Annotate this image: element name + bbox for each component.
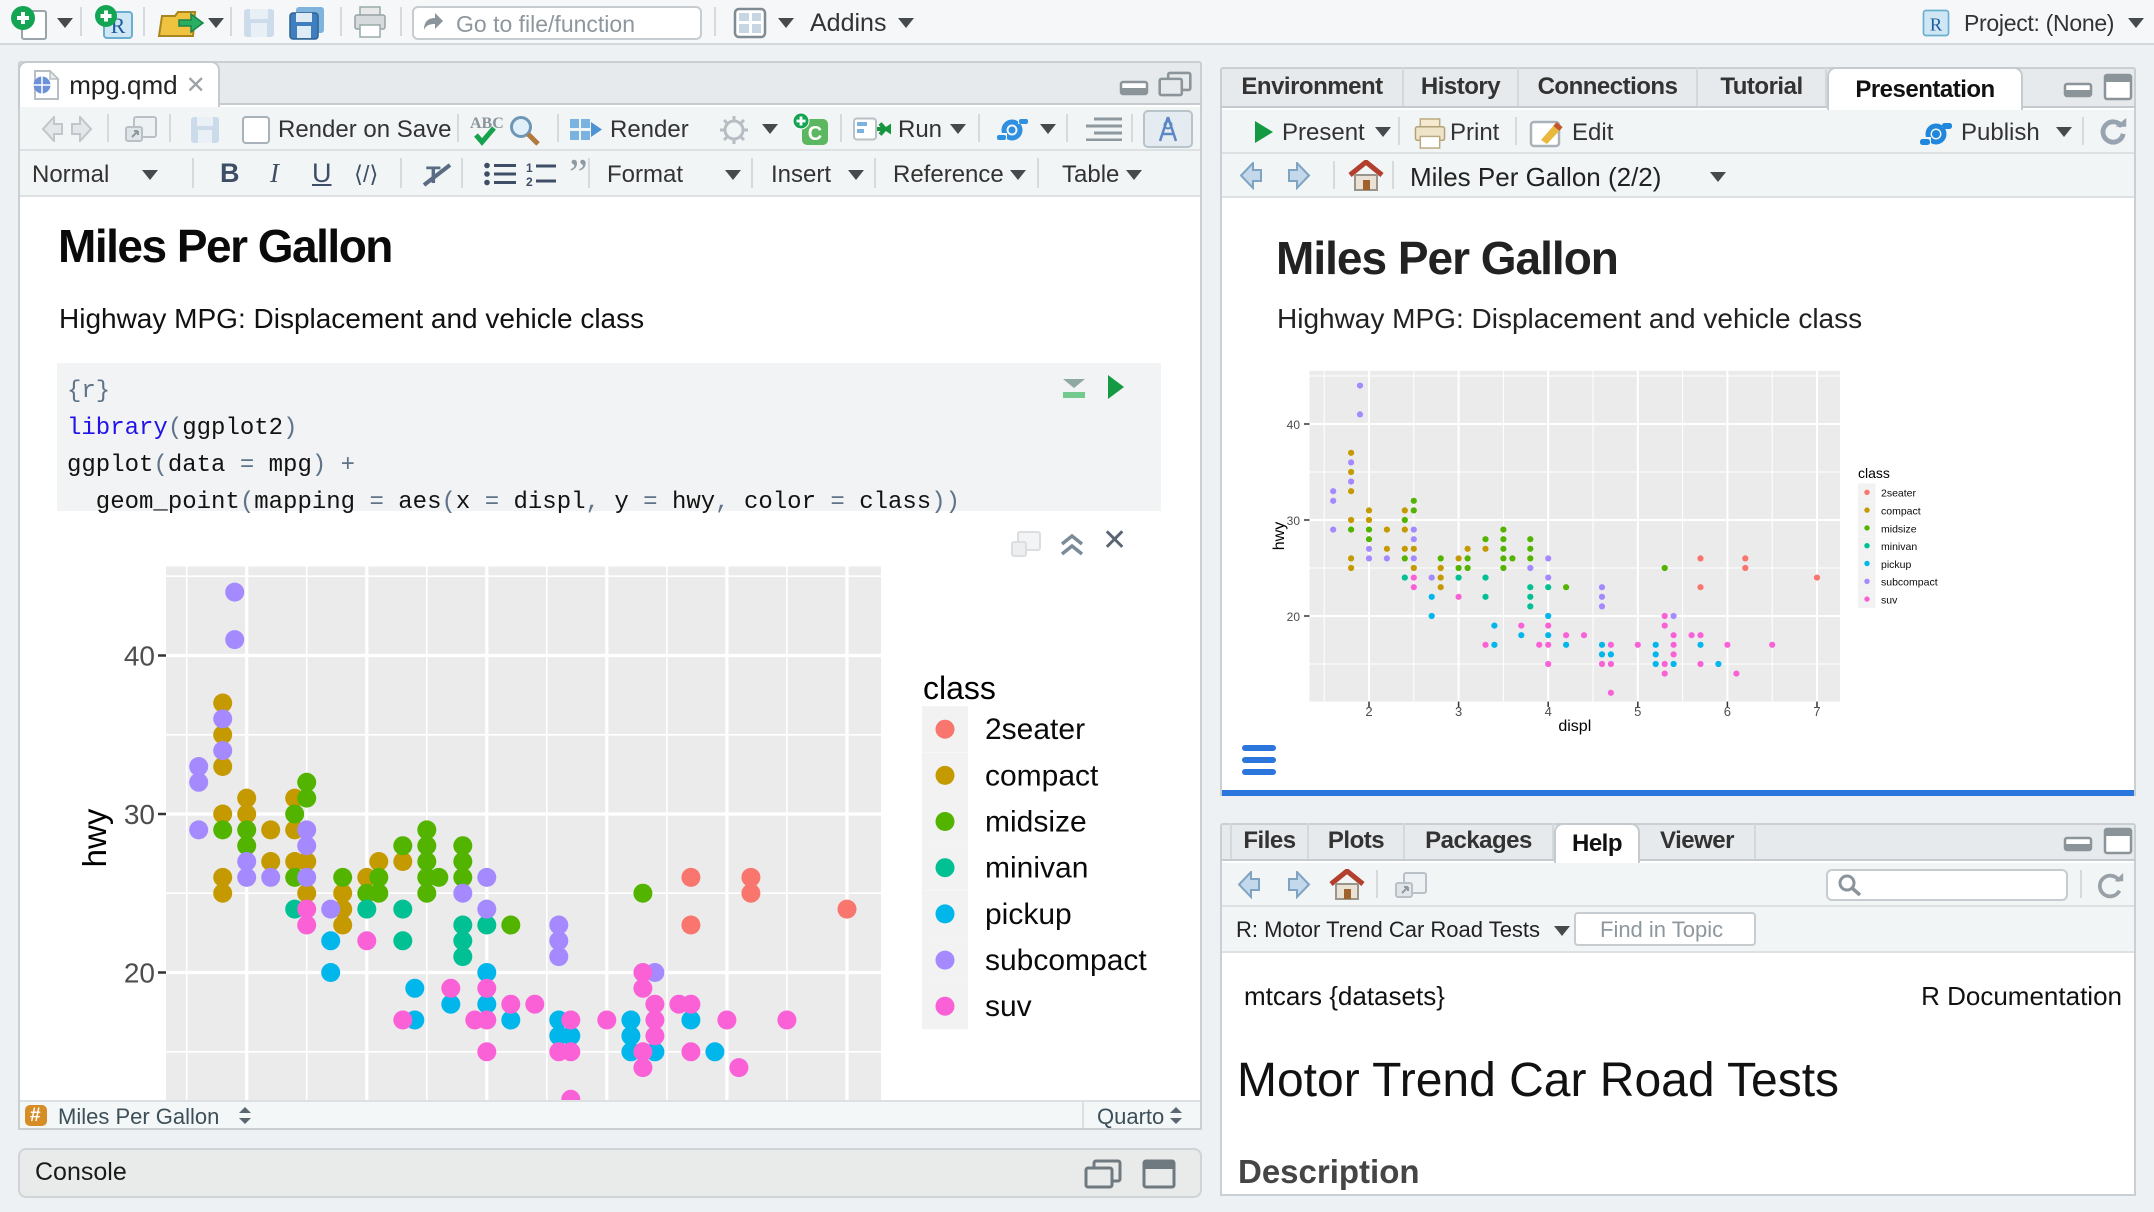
svg-text:2: 2 (526, 175, 533, 186)
svg-text:compact: compact (1881, 506, 1921, 518)
svg-text:displ: displ (1558, 718, 1591, 735)
svg-text:suv: suv (985, 990, 1032, 1023)
svg-text:3: 3 (1455, 704, 1462, 719)
svg-text:hwy: hwy (76, 808, 113, 867)
svg-text:2seater: 2seater (985, 713, 1085, 746)
svg-text:C: C (808, 123, 822, 145)
svg-text:5: 5 (1634, 704, 1641, 719)
svg-text:20: 20 (1287, 610, 1301, 624)
svg-text:pickup: pickup (985, 898, 1072, 931)
svg-text:4: 4 (1545, 704, 1552, 719)
svg-text:1: 1 (526, 162, 533, 175)
svg-text:40: 40 (1287, 418, 1301, 432)
svg-text:subcompact: subcompact (985, 944, 1147, 977)
svg-text:R: R (1930, 15, 1943, 35)
svg-text:2seater: 2seater (1881, 488, 1917, 500)
svg-text:6: 6 (1724, 704, 1731, 719)
svg-text:pickup: pickup (1881, 559, 1912, 571)
svg-text:40: 40 (124, 641, 155, 672)
svg-text:7: 7 (1813, 704, 1820, 719)
svg-text:compact: compact (985, 759, 1099, 792)
svg-text:suv: suv (1881, 595, 1898, 607)
svg-text:minivan: minivan (1881, 541, 1917, 553)
svg-text:midsize: midsize (985, 806, 1087, 839)
svg-text:30: 30 (124, 799, 155, 830)
svg-text:hwy: hwy (1271, 522, 1288, 550)
svg-text:30: 30 (1287, 514, 1301, 528)
svg-text:20: 20 (124, 958, 155, 989)
svg-text:subcompact: subcompact (1881, 577, 1938, 589)
svg-text:class: class (1858, 465, 1890, 481)
svg-text:class: class (923, 670, 996, 706)
svg-text:minivan: minivan (985, 852, 1088, 885)
svg-text:midsize: midsize (1881, 523, 1917, 535)
svg-text:ABC: ABC (470, 115, 504, 132)
svg-text:2: 2 (1365, 704, 1372, 719)
